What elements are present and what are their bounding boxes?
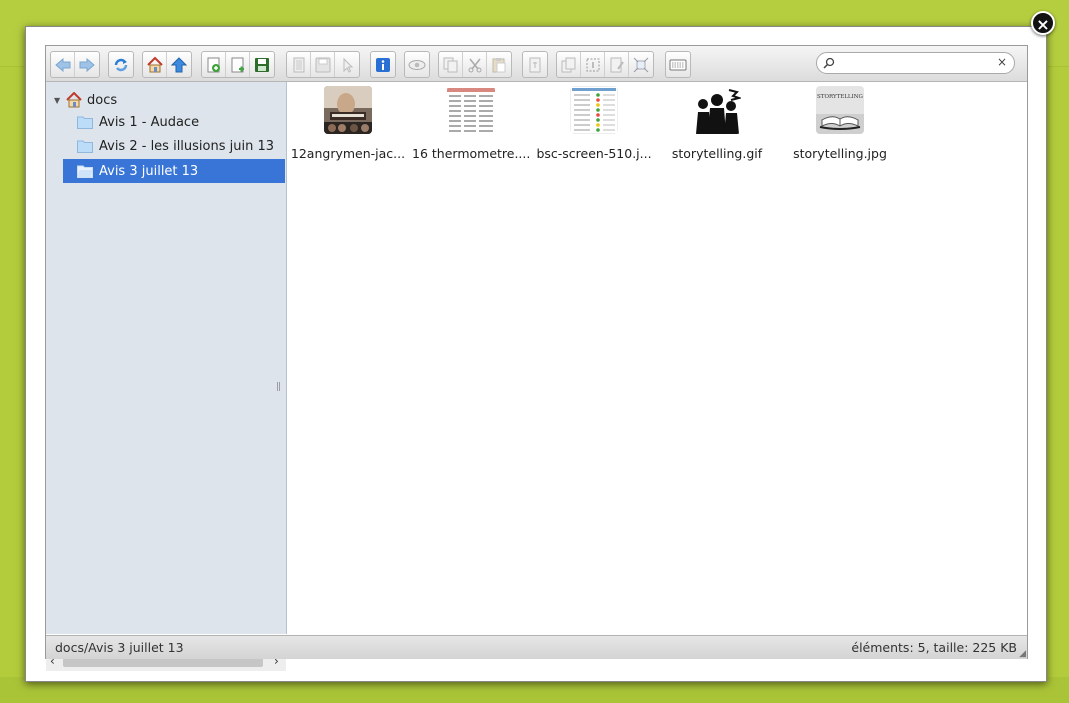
select-all-button[interactable] — [581, 52, 605, 77]
cut-icon — [468, 58, 481, 72]
current-path: docs/Avis 3 juillet 13 — [55, 640, 184, 655]
toolbar-group-reload — [108, 51, 134, 78]
cut-button[interactable] — [463, 52, 487, 77]
folder-icon — [77, 116, 93, 129]
copy-icon — [443, 57, 457, 72]
back-icon — [54, 57, 70, 72]
file-name: storytelling.gif — [671, 146, 763, 161]
tree-item-label: Avis 2 - les illusions juin 13 — [99, 138, 275, 154]
home-icon — [146, 56, 163, 72]
file-item[interactable]: STORYTELLING storytelling.jpg — [781, 86, 899, 166]
tree-root-docs[interactable]: ▼ docs — [54, 90, 117, 110]
info-icon — [376, 57, 390, 72]
forward-icon — [79, 57, 95, 72]
toolbar-group-navigation — [50, 51, 100, 78]
file-manager-dialog: × ▼ docs Avis 1 - Audace Avis 2 - les il… — [25, 26, 1047, 682]
search-box: × — [816, 52, 1015, 74]
paste-button[interactable] — [487, 52, 511, 77]
file-name: storytelling.jpg — [793, 146, 887, 161]
reload-icon — [114, 58, 128, 71]
toolbar-group-open — [286, 51, 360, 78]
file-item[interactable]: 16 thermometre.... — [412, 86, 530, 166]
resize-icon — [633, 57, 649, 72]
folder-icon — [77, 140, 93, 153]
new-folder-button[interactable] — [202, 52, 226, 77]
new-folder-icon — [207, 57, 220, 72]
toolbar-group-viewmode — [665, 51, 691, 78]
view-mode-button[interactable] — [666, 52, 690, 77]
tree-item-label: Avis 3 juillet 13 — [99, 163, 199, 179]
view-icon — [408, 59, 426, 70]
close-dialog-button[interactable]: × — [1031, 11, 1055, 35]
file-name: bsc-screen-510.j... — [536, 146, 652, 161]
status-bar: docs/Avis 3 juillet 13 éléments: 5, tail… — [46, 635, 1027, 659]
edit-button[interactable] — [605, 52, 629, 77]
folder-tree: ▼ docs Avis 1 - Audace Avis 2 - les illu… — [46, 82, 287, 671]
search-icon — [823, 57, 835, 69]
up-icon — [171, 56, 187, 72]
save-disabled-button[interactable] — [311, 52, 335, 77]
toolbar-group-create — [201, 51, 275, 78]
file-list: 12angrymen-jac... 16 thermometre.... bsc… — [287, 82, 1027, 634]
rename-button[interactable] — [523, 52, 547, 77]
panel-resize-handle[interactable]: || — [276, 382, 281, 392]
new-file-button[interactable] — [226, 52, 250, 77]
save-button[interactable] — [250, 52, 274, 77]
up-button[interactable] — [167, 52, 191, 77]
toolbar-group-clipboard — [438, 51, 512, 78]
toolbar: × — [46, 46, 1027, 82]
reload-button[interactable] — [109, 52, 133, 77]
tree-item-avis-3[interactable]: Avis 3 juillet 13 — [63, 159, 285, 183]
folder-stats: éléments: 5, taille: 225 KB — [851, 640, 1017, 655]
save-icon — [255, 57, 269, 72]
collapse-arrow-icon[interactable]: ▼ — [54, 96, 66, 105]
view-button[interactable] — [405, 52, 429, 77]
open-folder-icon — [77, 165, 93, 178]
toolbar-group-home — [142, 51, 192, 78]
file-manager: × ▼ docs Avis 1 - Audace Avis 2 - les il… — [45, 45, 1028, 671]
file-name: 12angrymen-jac... — [290, 146, 406, 161]
tree-item-label: Avis 1 - Audace — [99, 114, 200, 130]
tree-item-avis-2[interactable]: Avis 2 - les illusions juin 13 — [63, 134, 285, 158]
tree-item-avis-1[interactable]: Avis 1 - Audace — [63, 110, 285, 134]
forward-button[interactable] — [75, 52, 99, 77]
file-name: 16 thermometre.... — [412, 146, 531, 161]
copy-button[interactable] — [439, 52, 463, 77]
thumbnail-spreadsheet — [447, 86, 495, 134]
thumbnail-caption: STORYTELLING — [817, 94, 863, 100]
info-button[interactable] — [371, 52, 395, 77]
thumbnail-book: STORYTELLING — [816, 86, 864, 134]
toolbar-group-rename — [522, 51, 548, 78]
back-button[interactable] — [51, 52, 75, 77]
home-button[interactable] — [143, 52, 167, 77]
rename-icon — [529, 57, 541, 72]
view-mode-icon — [669, 59, 687, 70]
tree-root-label: docs — [87, 92, 118, 108]
file-item[interactable]: storytelling.gif — [658, 86, 776, 166]
toolbar-group-view — [404, 51, 430, 78]
resize-grip-icon[interactable]: ◢ — [1019, 649, 1026, 659]
thumbnail-movie-poster — [324, 86, 372, 134]
edit-icon — [610, 57, 624, 72]
search-input[interactable] — [839, 55, 989, 71]
new-file-icon — [231, 57, 244, 72]
toolbar-group-edit — [556, 51, 654, 78]
select-all-icon — [586, 58, 599, 71]
file-item[interactable]: bsc-screen-510.j... — [535, 86, 653, 166]
open-icon — [293, 57, 304, 72]
paste-icon — [492, 57, 506, 72]
resize-button[interactable] — [629, 52, 653, 77]
select-icon — [343, 57, 354, 73]
open-button[interactable] — [287, 52, 311, 77]
select-button[interactable] — [335, 52, 359, 77]
file-item[interactable]: 12angrymen-jac... — [289, 86, 407, 166]
duplicate-icon — [561, 57, 575, 72]
home-folder-icon — [66, 92, 82, 108]
save-disabled-icon — [315, 57, 330, 72]
thumbnail-silhouette — [693, 86, 741, 134]
duplicate-button[interactable] — [557, 52, 581, 77]
clear-search-icon[interactable]: × — [997, 55, 1007, 69]
toolbar-group-info — [370, 51, 396, 78]
thumbnail-scorecard — [570, 86, 618, 134]
